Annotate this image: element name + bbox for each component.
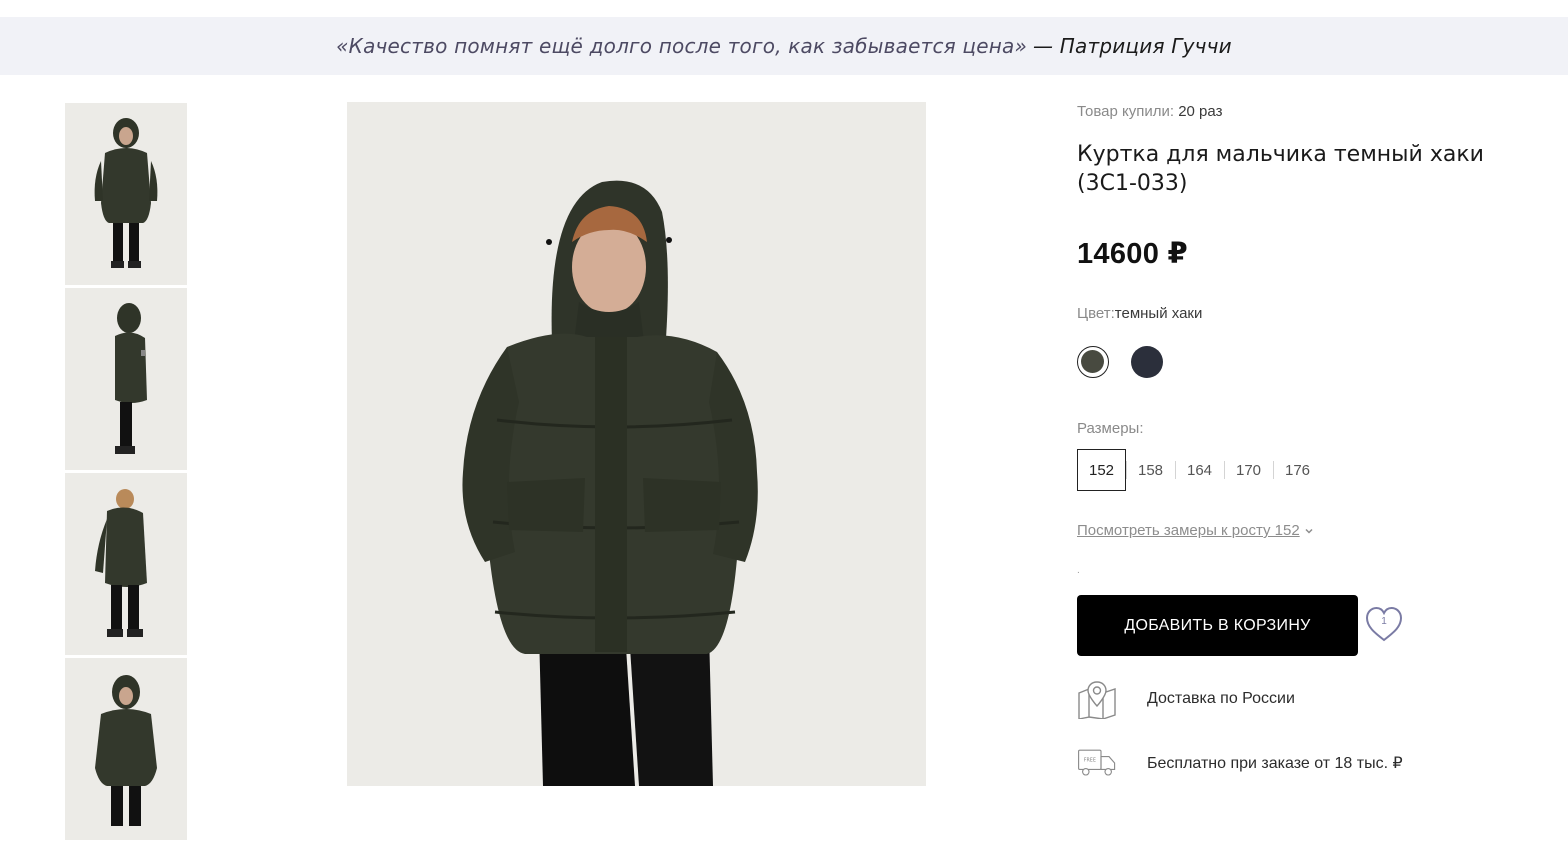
size-option-152[interactable]: 152 — [1077, 449, 1126, 491]
color-swatch-navy[interactable] — [1131, 346, 1163, 378]
size-option-164[interactable]: 164 — [1175, 449, 1224, 491]
product-title: Куртка для мальчика темный хаки (3С1-033… — [1077, 142, 1484, 196]
size-option-158[interactable]: 158 — [1126, 449, 1175, 491]
thumbnail-side[interactable] — [65, 288, 187, 470]
thumbnail-gallery — [65, 103, 187, 843]
map-pin-icon — [1078, 681, 1116, 719]
size-selector: 152 158 164 170 176 — [1077, 449, 1322, 491]
size-option-176[interactable]: 176 — [1273, 449, 1322, 491]
color-label: Цвет:темный хаки — [1077, 305, 1202, 322]
feature-free-shipping-text: Бесплатно при заказе от 18 тыс. ₽ — [1147, 755, 1403, 772]
color-swatches — [1077, 346, 1163, 378]
color-label-text: Цвет: — [1077, 305, 1115, 322]
feature-delivery-text: Доставка по России — [1147, 690, 1295, 707]
thumbnail-back[interactable] — [65, 473, 187, 655]
swatch-dot — [1131, 346, 1163, 378]
size-option-170[interactable]: 170 — [1224, 449, 1273, 491]
feature-delivery: Доставка по России — [1077, 679, 1295, 719]
purchase-count: Товар купили: 20 раз — [1077, 103, 1537, 123]
product-price: 14600 ₽ — [1077, 238, 1188, 270]
quote-author: — Патриция Гуччи — [1033, 34, 1232, 58]
measurements-link-text[interactable]: Посмотреть замеры к росту 152 — [1077, 522, 1300, 539]
color-swatch-khaki[interactable] — [1077, 346, 1109, 378]
swatch-dot — [1081, 350, 1104, 373]
main-product-photo[interactable] — [347, 102, 926, 786]
quote-text: «Качество помнят ещё долго после того, к… — [336, 34, 1028, 58]
thumbnail-front-close[interactable] — [65, 658, 187, 840]
chevron-down-icon — [1305, 528, 1313, 534]
svg-text:FREE: FREE — [1084, 757, 1096, 763]
separator-dot: . — [1077, 565, 1080, 576]
measurements-link[interactable]: Посмотреть замеры к росту 152 — [1077, 522, 1314, 539]
add-to-cart-button[interactable]: ДОБАВИТЬ В КОРЗИНУ — [1077, 595, 1358, 656]
color-value: темный хаки — [1114, 305, 1203, 322]
feature-free-shipping: FREE Бесплатно при заказе от 18 тыс. ₽ — [1077, 743, 1403, 783]
thumbnail-front[interactable] — [65, 103, 187, 285]
quote-banner: «Качество помнят ещё долго после того, к… — [0, 17, 1568, 75]
favorite-button[interactable]: 1 — [1365, 606, 1403, 644]
purchase-count-label: Товар купили: — [1077, 103, 1175, 120]
free-delivery-truck-icon: FREE — [1078, 749, 1116, 776]
favorites-count: 1 — [1381, 616, 1387, 627]
sizes-label: Размеры: — [1077, 420, 1144, 437]
product-info: Товар купили: 20 раз Куртка для мальчика… — [1077, 103, 1537, 776]
purchase-count-value: 20 раз — [1178, 103, 1223, 120]
